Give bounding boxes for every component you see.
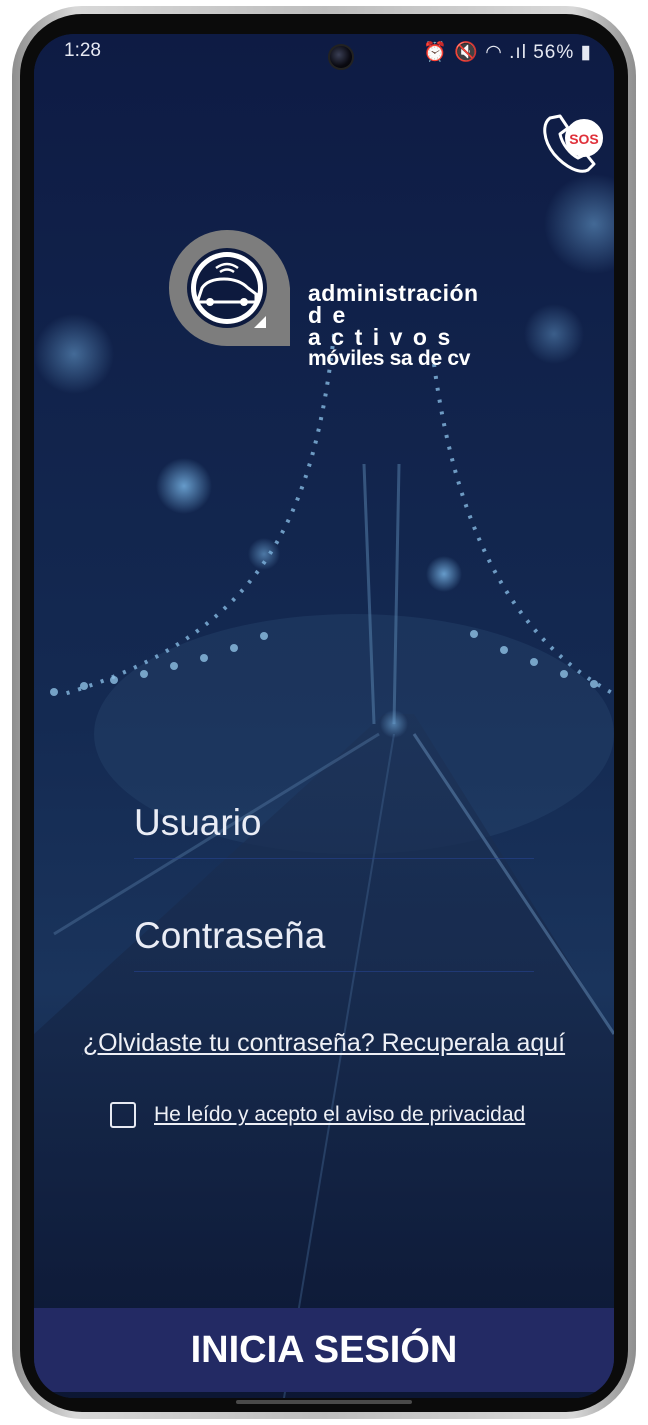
login-button[interactable]: INICIA SESIÓN: [34, 1308, 614, 1392]
phone-sos-icon: SOS: [543, 114, 603, 173]
privacy-consent-row: He leído y acepto el aviso de privacidad: [110, 1098, 525, 1132]
battery-level: 56%: [533, 42, 575, 63]
sos-label: SOS: [569, 131, 599, 147]
status-icons: ⏰ 🔇 ◠ .ıl 56% ▮: [423, 40, 592, 64]
battery-icon: ▮: [580, 42, 592, 63]
logo-line-2: de activos: [308, 302, 461, 350]
privacy-checkbox[interactable]: [110, 1102, 136, 1128]
logo-wordmark: administración de activos móviles sa de …: [308, 282, 522, 370]
privacy-notice-link[interactable]: He leído y acepto el aviso de privacidad: [154, 1103, 525, 1127]
company-logo: administración de activos móviles sa de …: [162, 224, 522, 394]
username-input[interactable]: [134, 788, 534, 858]
status-indicator-icons: ⏰ 🔇 ◠ .ıl: [423, 42, 527, 63]
status-time: 1:28: [64, 40, 101, 61]
status-bar: 1:28 ⏰ 🔇 ◠ .ıl 56% ▮: [34, 34, 614, 70]
password-input[interactable]: [134, 901, 534, 971]
front-camera: [328, 44, 354, 70]
logo-line-1: administración: [308, 280, 479, 306]
forgot-password-link[interactable]: ¿Olvidaste tu contraseña? Recuperala aqu…: [34, 1029, 614, 1058]
car-emblem-icon: [168, 229, 290, 346]
password-field: [134, 901, 534, 972]
logo-line-3: móviles sa de cv: [308, 347, 471, 370]
sos-call-button[interactable]: SOS: [540, 110, 608, 176]
username-field: [134, 788, 534, 859]
home-indicator[interactable]: [236, 1400, 412, 1404]
login-button-label: INICIA SESIÓN: [190, 1328, 458, 1371]
app-screen: 1:28 ⏰ 🔇 ◠ .ıl 56% ▮ SOS administración …: [34, 34, 614, 1398]
